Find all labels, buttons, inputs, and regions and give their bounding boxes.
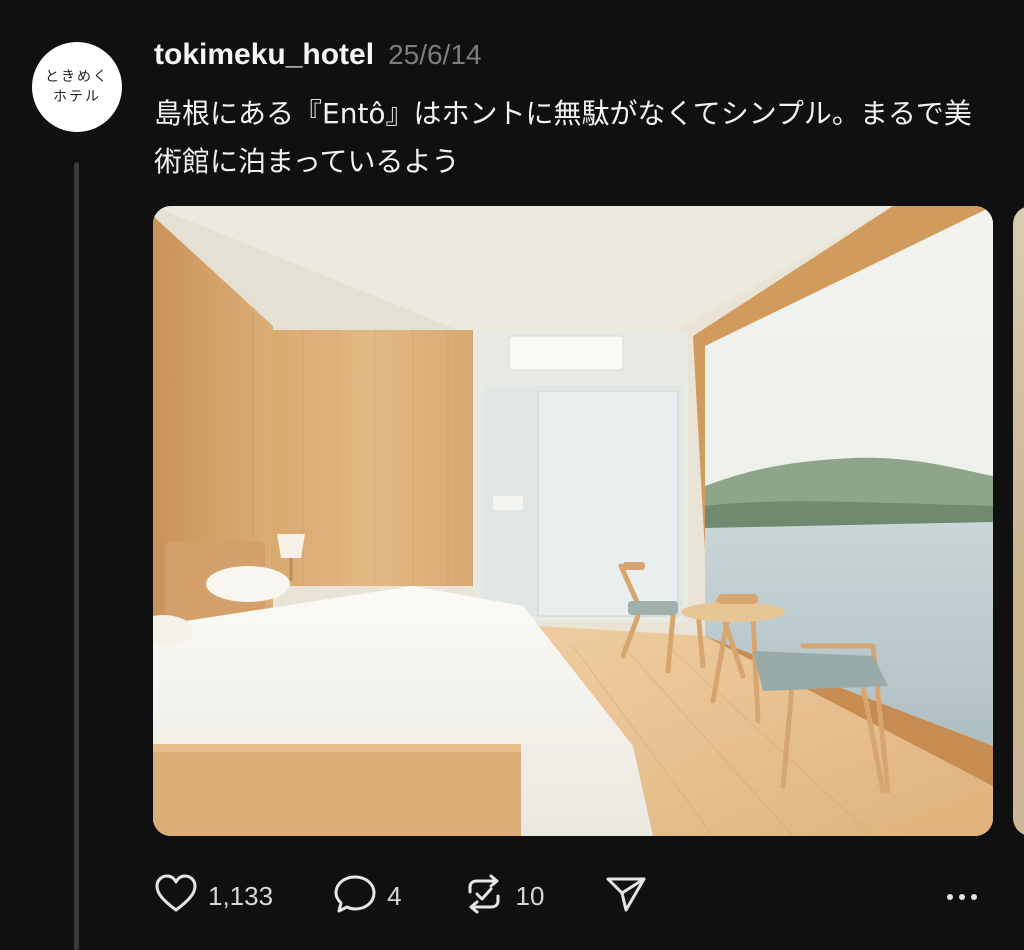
repost-count: 10	[515, 880, 545, 911]
avatar-text-line1: ときめく	[45, 69, 109, 85]
send-icon	[604, 874, 648, 918]
timestamp[interactable]: 25/6/14	[388, 39, 481, 71]
heart-icon	[154, 874, 198, 918]
avatar-text-line2: ホテル	[53, 89, 101, 105]
thread-line	[74, 162, 79, 950]
reply-button[interactable]: 4	[333, 874, 402, 918]
repost-button[interactable]: 10	[462, 874, 545, 918]
post-text: 島根にある『Entô』はホントに無駄がなくてシンプル。まるで美術館に泊まっている…	[154, 97, 972, 178]
hotel-room-photo	[153, 206, 993, 836]
like-count: 1,133	[208, 880, 274, 911]
more-icon	[945, 887, 979, 906]
repost-icon	[462, 874, 506, 918]
post-photo[interactable]	[153, 206, 993, 836]
like-button[interactable]: 1,133	[154, 874, 273, 918]
media-carousel[interactable]	[153, 206, 1024, 836]
username-link[interactable]: tokimeku_hotel	[154, 38, 374, 72]
avatar[interactable]: ときめく ホテル	[32, 42, 122, 132]
next-photo-preview[interactable]	[1013, 206, 1024, 836]
more-button[interactable]	[942, 876, 982, 916]
speech-bubble-icon	[333, 874, 377, 918]
reply-count: 4	[387, 880, 402, 911]
share-button[interactable]	[604, 874, 648, 918]
action-bar: 1,133 4 10	[154, 866, 984, 926]
thread-post: ときめく ホテル tokimeku_hotel 25/6/14 島根にある『En…	[0, 0, 1024, 950]
post-header: tokimeku_hotel 25/6/14	[154, 38, 481, 78]
